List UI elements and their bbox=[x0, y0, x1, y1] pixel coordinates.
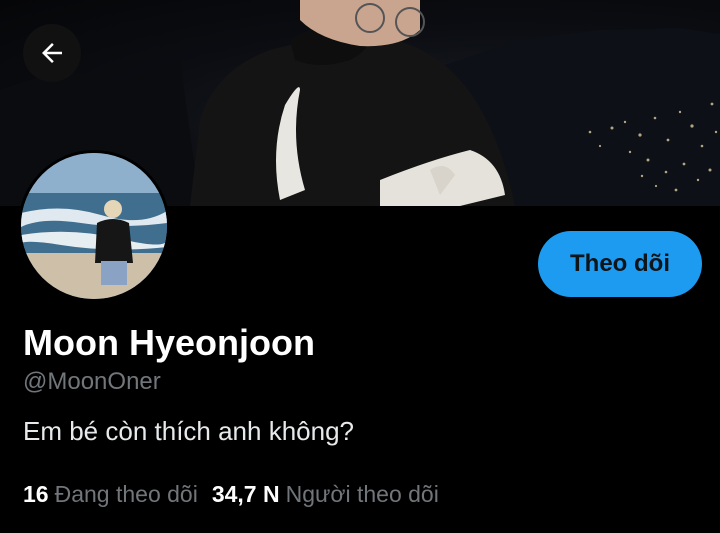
avatar-photo bbox=[21, 153, 167, 299]
avatar[interactable] bbox=[18, 150, 170, 302]
following-count: 16 bbox=[23, 481, 49, 507]
followers-count: 34,7 N bbox=[211, 481, 280, 507]
following-link[interactable]: 16 Đang theo dõi bbox=[23, 480, 198, 508]
followers-label: Người theo dõi bbox=[285, 481, 439, 507]
back-button[interactable] bbox=[23, 24, 81, 82]
arrow-left-icon bbox=[42, 43, 62, 63]
profile-bio: Em bé còn thích anh không? bbox=[23, 416, 355, 446]
followers-link[interactable]: 34,7 N Người theo dõi bbox=[212, 480, 439, 508]
follow-button[interactable]: Theo dõi bbox=[538, 231, 702, 297]
following-label: Đang theo dõi bbox=[54, 481, 198, 507]
profile-stats: 16 Đang theo dõi 34,7 N Người theo dõi bbox=[23, 480, 439, 508]
user-handle: @MoonOner bbox=[23, 368, 161, 395]
display-name: Moon Hyeonjoon bbox=[23, 322, 315, 363]
